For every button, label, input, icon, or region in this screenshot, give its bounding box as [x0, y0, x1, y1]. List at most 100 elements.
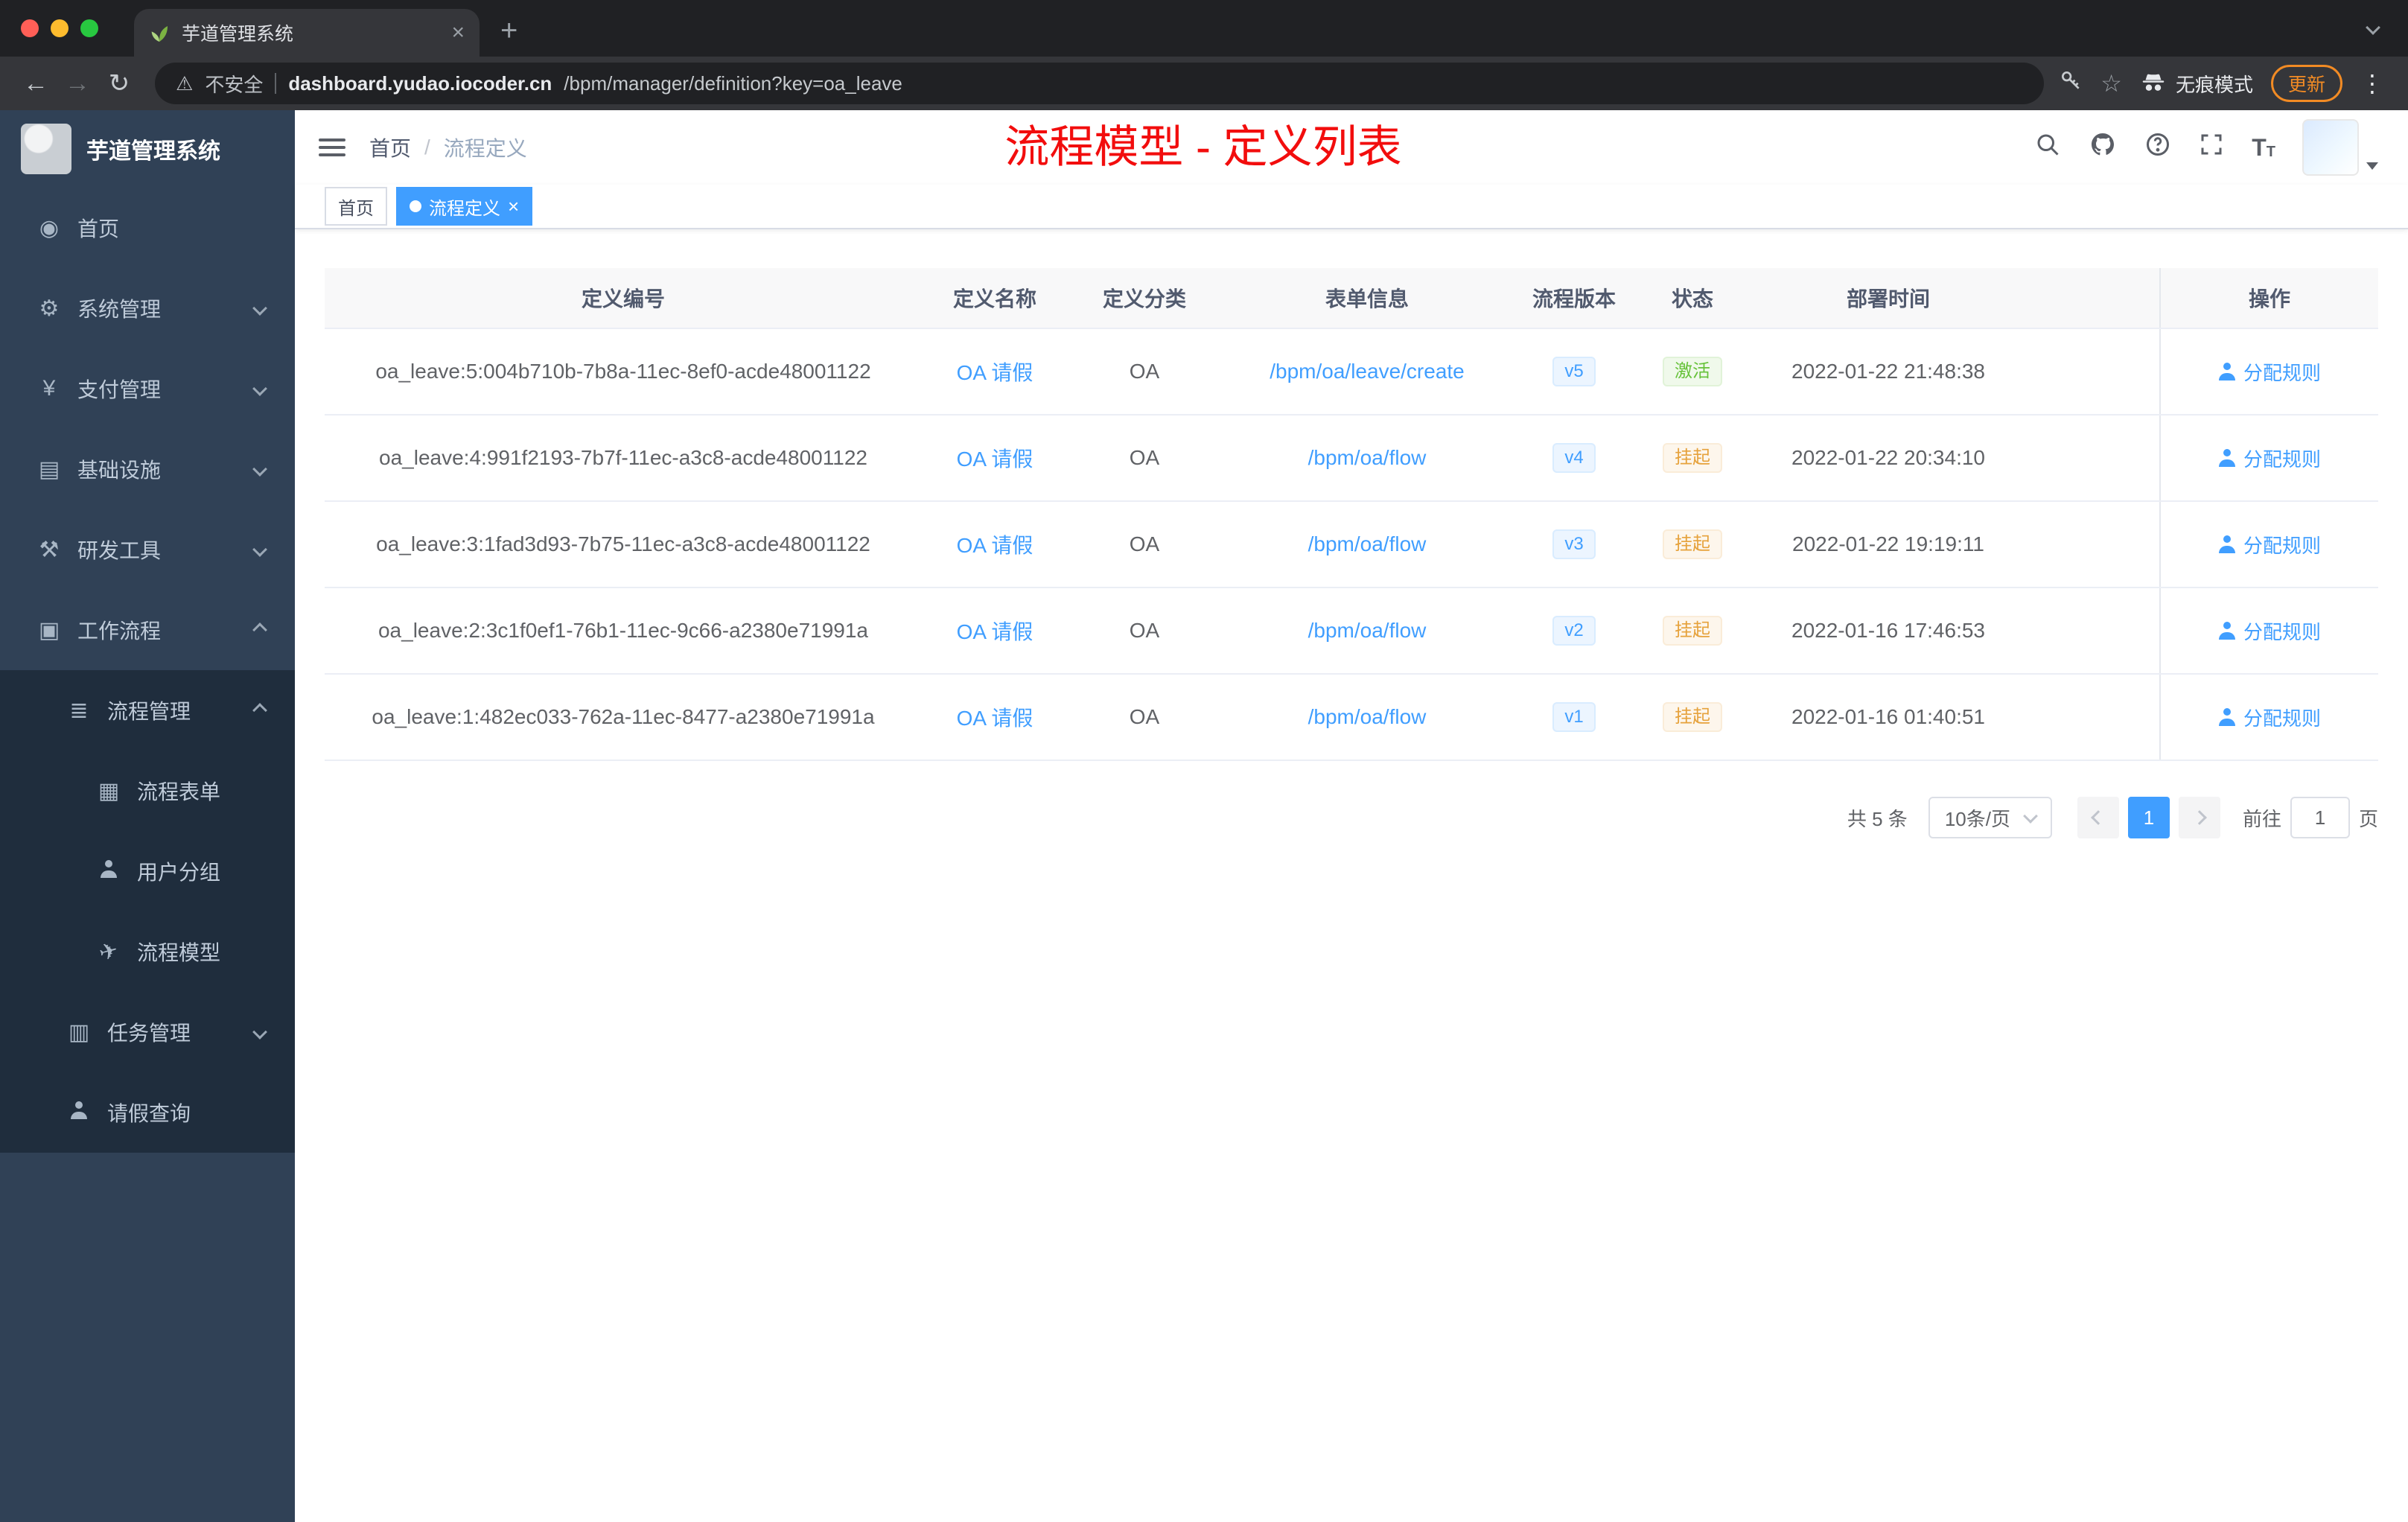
assign-rule-link[interactable]: 分配规则: [2218, 531, 2321, 558]
logo-avatar: [21, 124, 71, 174]
active-dot: [410, 200, 421, 212]
search-icon[interactable]: [2034, 131, 2061, 164]
form-link[interactable]: /bpm/oa/flow: [1308, 619, 1427, 643]
sidebar-item-home[interactable]: ◉ 首页: [0, 188, 295, 268]
tag-home[interactable]: 首页: [325, 187, 387, 226]
definition-id: oa_leave:5:004b710b-7b8a-11ec-8ef0-acde4…: [375, 360, 871, 383]
help-icon[interactable]: [2144, 131, 2171, 164]
deploy-time: 2022-01-22 21:48:38: [1791, 360, 1985, 383]
new-tab-button[interactable]: +: [500, 14, 517, 48]
assign-rule-link[interactable]: 分配规则: [2218, 358, 2321, 386]
browser-tab[interactable]: 芋道管理系统 ×: [134, 9, 480, 57]
pagination: 共 5 条 10条/页 1 前往 页: [325, 797, 2378, 838]
fullscreen-icon[interactable]: [2198, 131, 2225, 164]
tab-search-chevron-icon[interactable]: [2366, 11, 2380, 39]
security-label[interactable]: 不安全: [205, 70, 263, 98]
forward-button[interactable]: →: [57, 63, 98, 104]
assign-rule-link[interactable]: 分配规则: [2218, 445, 2321, 472]
deploy-time: 2022-01-16 01:40:51: [1791, 705, 1985, 728]
tab-close-icon[interactable]: ×: [451, 20, 465, 45]
person-icon: [2218, 363, 2236, 380]
next-page-button[interactable]: [2178, 797, 2220, 838]
version-badge: v2: [1552, 616, 1596, 646]
key-icon[interactable]: [2059, 69, 2083, 98]
font-size-icon[interactable]: TT: [2252, 136, 2275, 159]
sidebar: 芋道管理系统 ◉ 首页 ⚙ 系统管理 ¥ 支付管理 ▤ 基础设施 ⚒ 研发工具 …: [0, 110, 295, 1522]
user-icon: [66, 1100, 92, 1125]
form-link[interactable]: /bpm/oa/flow: [1308, 446, 1427, 470]
tab-title: 芋道管理系统: [182, 24, 294, 45]
table-row: oa_leave:3:1fad3d93-7b75-11ec-a3c8-acde4…: [325, 502, 2378, 588]
address-bar[interactable]: ⚠ 不安全 dashboard.yudao.iocoder.cn/bpm/man…: [155, 63, 2045, 104]
reload-button[interactable]: ↻: [98, 63, 140, 104]
definition-name-link[interactable]: OA 请假: [957, 357, 1033, 386]
breadcrumb-home[interactable]: 首页: [369, 133, 411, 162]
sidebar-item-process-management[interactable]: ≣ 流程管理: [0, 670, 295, 751]
content-area: 定义编号 定义名称 定义分类 表单信息 流程版本 状态 部署时间 操作 oa_l…: [295, 229, 2408, 1522]
collapse-sidebar-icon[interactable]: [319, 138, 345, 156]
sidebar-item-user-group[interactable]: 用户分组: [0, 831, 295, 911]
definition-category: OA: [1129, 532, 1160, 555]
col-process-version: 流程版本: [1532, 287, 1616, 311]
gear-icon: ⚙: [39, 296, 60, 321]
sidebar-item-task-management[interactable]: ▥ 任务管理: [0, 992, 295, 1072]
page-annotation: 流程模型 - 定义列表: [1004, 122, 1402, 172]
form-link[interactable]: /bpm/oa/flow: [1308, 532, 1427, 556]
form-link[interactable]: /bpm/oa/leave/create: [1270, 360, 1465, 383]
chevron-down-icon: [252, 1025, 267, 1039]
prev-page-button[interactable]: [2077, 797, 2119, 838]
definition-name-link[interactable]: OA 请假: [957, 529, 1033, 559]
sidebar-item-payment-management[interactable]: ¥ 支付管理: [0, 348, 295, 429]
status-badge: 挂起: [1663, 616, 1722, 646]
sidebar-item-process-form[interactable]: ▦ 流程表单: [0, 751, 295, 831]
tags-view: 首页 流程定义 ×: [295, 185, 2408, 229]
toolbar-actions: ☆ 无痕模式 更新 ⋮: [2059, 65, 2393, 102]
person-icon: [2218, 622, 2236, 640]
goto-label: 前往: [2242, 807, 2281, 830]
definition-name-link[interactable]: OA 请假: [957, 616, 1033, 646]
definition-category: OA: [1129, 705, 1160, 728]
chevron-down-icon: [252, 301, 267, 316]
main-area: 首页 / 流程定义 T T 首页 流程定义 × 定义编号 定义名称 定义分类 表…: [295, 110, 2408, 1522]
page-1-button[interactable]: 1: [2127, 797, 2170, 838]
chevron-up-icon: [252, 623, 267, 637]
status-badge: 挂起: [1663, 529, 1722, 559]
user-avatar[interactable]: [2302, 119, 2378, 176]
version-badge: v1: [1552, 702, 1596, 732]
table-header-row: 定义编号 定义名称 定义分类 表单信息 流程版本 状态 部署时间 操作: [325, 268, 2378, 329]
browser-menu-icon[interactable]: ⋮: [2360, 69, 2384, 98]
sidebar-item-dev-tools[interactable]: ⚒ 研发工具: [0, 509, 295, 590]
assign-rule-link[interactable]: 分配规则: [2218, 704, 2321, 731]
sidebar-item-infrastructure[interactable]: ▤ 基础设施: [0, 429, 295, 509]
deploy-time: 2022-01-16 17:46:53: [1791, 619, 1985, 642]
goto-page-input[interactable]: [2290, 797, 2350, 838]
assign-rule-link[interactable]: 分配规则: [2218, 617, 2321, 645]
favicon-leaf-icon: [151, 26, 168, 42]
status-badge: 挂起: [1663, 702, 1722, 732]
form-link[interactable]: /bpm/oa/flow: [1308, 705, 1427, 729]
close-window-button[interactable]: [21, 19, 39, 37]
chevron-down-icon: [2023, 809, 2038, 824]
tag-close-icon[interactable]: ×: [508, 197, 519, 216]
github-icon[interactable]: [2088, 130, 2118, 165]
table-row: oa_leave:2:3c1f0ef1-76b1-11ec-9c66-a2380…: [325, 588, 2378, 675]
back-button[interactable]: ←: [15, 63, 57, 104]
browser-window: 芋道管理系统 × + ← → ↻ ⚠ 不安全 dashboard.yudao.i…: [0, 0, 2408, 1522]
chrome-update-button[interactable]: 更新: [2270, 65, 2342, 102]
header-actions: TT: [2034, 119, 2378, 176]
tag-process-definition[interactable]: 流程定义 ×: [396, 187, 533, 226]
minimize-window-button[interactable]: [51, 19, 69, 37]
chevron-up-icon: [252, 703, 267, 718]
definition-name-link[interactable]: OA 请假: [957, 443, 1033, 473]
col-definition-category: 定义分类: [1102, 287, 1186, 311]
bookmark-star-icon[interactable]: ☆: [2100, 69, 2122, 98]
page-size-select[interactable]: 10条/页: [1928, 797, 2052, 838]
sidebar-item-leave-query[interactable]: 请假查询: [0, 1072, 295, 1153]
sidebar-item-system-management[interactable]: ⚙ 系统管理: [0, 268, 295, 348]
sidebar-item-workflow[interactable]: ▣ 工作流程: [0, 590, 295, 670]
maximize-window-button[interactable]: [80, 19, 98, 37]
definition-name-link[interactable]: OA 请假: [957, 702, 1033, 732]
chevron-down-icon: [252, 542, 267, 557]
person-icon: [2218, 708, 2236, 726]
sidebar-item-process-model[interactable]: ✈ 流程模型: [0, 911, 295, 992]
